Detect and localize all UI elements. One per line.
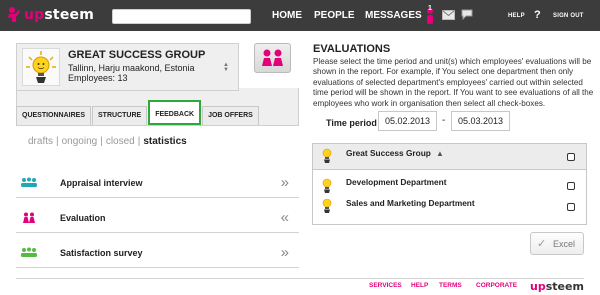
date-to-field[interactable]: 05.03.2013 bbox=[451, 111, 510, 131]
tab-structure[interactable]: STRUCTURE bbox=[92, 106, 148, 125]
expand-arrow-icon[interactable]: » bbox=[281, 174, 289, 191]
footer-divider bbox=[16, 278, 584, 279]
nav-home[interactable]: HOME bbox=[272, 10, 302, 21]
unit-name-great-success-group[interactable]: Great Success Group bbox=[346, 148, 431, 158]
date-separator: - bbox=[442, 115, 446, 126]
evaluations-title: EVALUATIONS bbox=[313, 43, 391, 55]
tab-feedback[interactable]: FEEDBACK bbox=[148, 100, 202, 125]
group-switch-icon[interactable]: ▲ ▼ bbox=[223, 62, 229, 73]
logo-text-up: up bbox=[24, 7, 45, 23]
unit-checkbox[interactable] bbox=[567, 203, 575, 211]
collapse-arrow-icon[interactable]: « bbox=[281, 209, 289, 226]
expand-arrow-icon[interactable]: » bbox=[281, 244, 289, 261]
excel-button-label: Excel bbox=[553, 239, 576, 249]
notification-person-icon[interactable]: 1 bbox=[424, 5, 436, 26]
unit-name-development[interactable]: Development Department bbox=[346, 177, 447, 187]
sign-out-link[interactable]: SIGN OUT bbox=[553, 13, 584, 19]
top-bar: upsteem HOME PEOPLE MESSAGES 1 HELP ? SI… bbox=[0, 0, 600, 31]
check-icon: ✓ bbox=[537, 238, 547, 250]
feedback-item-label: Evaluation bbox=[60, 213, 106, 223]
date-from-field[interactable]: 05.02.2013 bbox=[378, 111, 437, 131]
feedback-item-label: Appraisal interview bbox=[60, 178, 143, 188]
group-card: GREAT SUCCESS GROUP Tallinn, Harju maako… bbox=[16, 43, 239, 91]
subnav-separator: | bbox=[100, 136, 103, 147]
unit-checkbox[interactable] bbox=[567, 182, 575, 190]
subnav-separator: | bbox=[56, 136, 59, 147]
footer-logo-up: up bbox=[530, 280, 546, 293]
people-group-green-icon bbox=[20, 247, 38, 258]
feedback-item-evaluation[interactable]: Evaluation « bbox=[16, 203, 299, 233]
feedback-item-appraisal[interactable]: Appraisal interview » bbox=[16, 168, 299, 198]
logo-text-steem: steem bbox=[44, 7, 94, 23]
people-pair-pink-icon bbox=[262, 49, 283, 66]
unit-name-sales-marketing[interactable]: Sales and Marketing Department bbox=[346, 198, 475, 208]
subnav-statistics[interactable]: statistics bbox=[143, 136, 186, 147]
group-name[interactable]: GREAT SUCCESS GROUP bbox=[68, 49, 205, 61]
nav-messages[interactable]: MESSAGES bbox=[365, 10, 422, 21]
help-icon[interactable]: ? bbox=[534, 9, 541, 21]
feedback-item-label: Satisfaction survey bbox=[60, 248, 143, 258]
footer-link-services[interactable]: SERVICES bbox=[369, 282, 402, 289]
mail-icon[interactable] bbox=[442, 9, 455, 23]
chat-icon[interactable] bbox=[461, 9, 473, 23]
tab-bar: QUESTIONNAIRES STRUCTURE FEEDBACK JOB OF… bbox=[16, 100, 260, 125]
group-location: Tallinn, Harju maakond, Estonia bbox=[68, 63, 195, 73]
lightbulb-person-icon bbox=[320, 177, 334, 193]
tab-job-offers[interactable]: JOB OFFERS bbox=[202, 106, 259, 125]
people-pair-pink-icon bbox=[20, 212, 38, 223]
footer-logo-steem: steem bbox=[545, 280, 584, 293]
lightbulb-person-icon bbox=[320, 147, 334, 163]
footer-link-help[interactable]: HELP bbox=[411, 282, 428, 289]
subnav-ongoing[interactable]: ongoing bbox=[62, 136, 98, 147]
subnav-separator: | bbox=[137, 136, 141, 147]
upsteem-logo-icon bbox=[6, 6, 22, 24]
search-input[interactable] bbox=[112, 9, 251, 24]
notification-icons: 1 bbox=[424, 5, 473, 26]
subnav-drafts[interactable]: drafts bbox=[28, 136, 53, 147]
feedback-subnav: drafts | ongoing | closed | statistics bbox=[28, 136, 187, 147]
lightbulb-person-icon bbox=[320, 197, 334, 213]
evaluations-description: Please select the time period and unit(s… bbox=[313, 57, 594, 108]
people-group-teal-icon bbox=[20, 177, 38, 188]
group-avatar bbox=[22, 48, 60, 86]
footer-logo[interactable]: upsteem bbox=[530, 280, 584, 293]
time-period-label: Time period bbox=[326, 118, 377, 128]
footer-link-terms[interactable]: TERMS bbox=[439, 282, 462, 289]
nav-people[interactable]: PEOPLE bbox=[314, 10, 355, 21]
lightbulb-person-icon bbox=[26, 51, 56, 83]
help-link[interactable]: HELP bbox=[508, 13, 525, 19]
excel-export-button[interactable]: ✓ Excel bbox=[530, 232, 584, 255]
group-employees: Employees: 13 bbox=[68, 73, 128, 83]
footer-link-corporate[interactable]: CORPORATE bbox=[476, 282, 517, 289]
tab-questionnaires[interactable]: QUESTIONNAIRES bbox=[16, 106, 92, 125]
people-button[interactable] bbox=[254, 43, 291, 73]
unit-checkbox[interactable] bbox=[567, 153, 575, 161]
upsteem-logo[interactable]: upsteem bbox=[6, 6, 94, 24]
subnav-closed[interactable]: closed bbox=[106, 136, 135, 147]
feedback-item-satisfaction[interactable]: Satisfaction survey » bbox=[16, 238, 299, 268]
notification-count: 1 bbox=[428, 5, 432, 12]
expand-triangle-icon[interactable]: ▲ bbox=[436, 149, 444, 158]
